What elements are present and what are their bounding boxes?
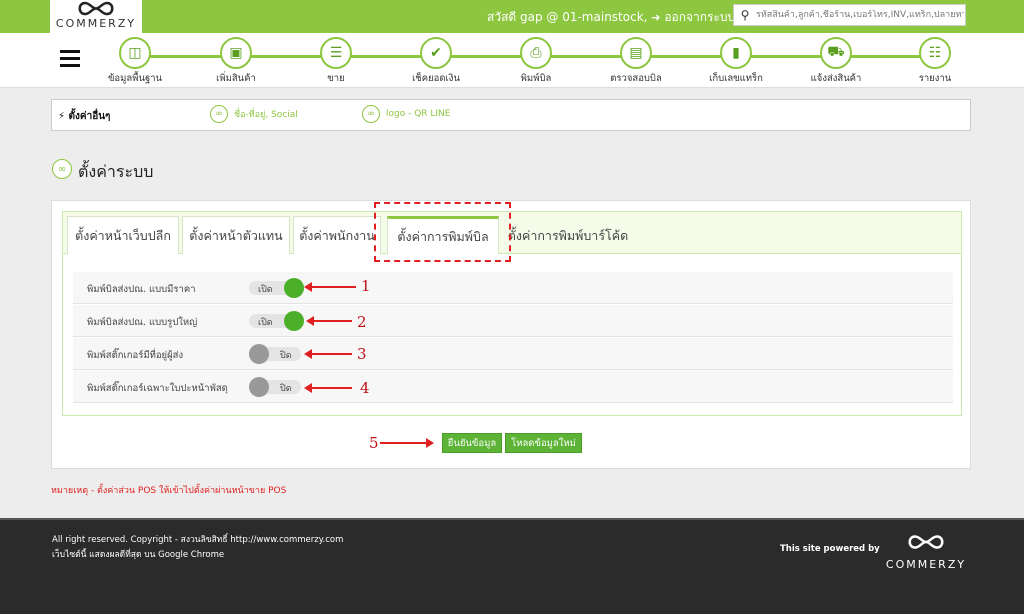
- annotation-number: 2: [357, 313, 367, 331]
- nav-label: ขาย: [327, 73, 345, 84]
- toggle-state-text: เปิด: [258, 318, 273, 328]
- link-icon: ∞: [52, 159, 72, 179]
- toggle-knob: [284, 311, 304, 331]
- nav-label: ตรวจสอบบิล: [610, 73, 662, 84]
- toggle-switch[interactable]: เปิด: [249, 311, 305, 331]
- annotation-number: 4: [360, 379, 370, 397]
- toggle-state-text: ปิด: [280, 351, 292, 361]
- toggle-switch[interactable]: ปิด: [249, 377, 305, 397]
- user-greeting: สวัสดี gap @ 01-mainstock, ➜ ออกจากระบบ: [487, 8, 735, 27]
- nav-item-verify-bill[interactable]: ▤ ตรวจสอบบิล: [591, 37, 681, 86]
- nav-item-check-balance[interactable]: ✔ เช็คยอดเงิน: [391, 37, 481, 86]
- tab-agent-web[interactable]: ตั้งค่าหน้าตัวแทน: [182, 216, 290, 254]
- truck-icon: ⛟: [820, 37, 852, 69]
- footer-powered-by: This site powered by: [780, 544, 880, 554]
- annotation-number: 3: [357, 345, 367, 363]
- setting-row-sticker-sender: พิมพ์สติ๊กเกอร์มีที่อยู่ผู้ส่ง ปิด: [73, 338, 953, 370]
- main-nav: ◫ ข้อมูลพื้นฐาน ▣ เพิ่มสินค้า ☰ ขาย ✔ เช…: [0, 33, 1024, 88]
- settings-link-logo-qr[interactable]: ∞ logo - QR LINE: [362, 105, 450, 123]
- nav-item-report[interactable]: ☷ รายงาน: [890, 37, 980, 86]
- logo-text: COMMERZY: [55, 17, 137, 30]
- nav-label: เก็บเลขแทร็ก: [709, 73, 763, 84]
- footer-copyright: All right reserved. Copyright - สงวนลิขส…: [52, 535, 344, 545]
- greeting-text: สวัสดี gap @ 01-mainstock,: [487, 10, 648, 24]
- nav-item-shipping[interactable]: ⛟ แจ้งส่งสินค้า: [791, 37, 881, 86]
- footer-browser-note: เว็บไซต์นี้ แสดงผลดีที่สุด บน Google Chr…: [52, 550, 225, 560]
- cart-icon: ☰: [320, 37, 352, 69]
- nav-label: แจ้งส่งสินค้า: [810, 73, 862, 84]
- setting-row-sticker-label-only: พิมพ์สติ๊กเกอร์เฉพาะใบปะหน้าพัสดุ ปิด: [73, 371, 953, 403]
- settings-link-contact[interactable]: ∞ ชื่อ-ที่อยู่, Social: [210, 105, 298, 123]
- search-box: ⚲: [733, 4, 966, 26]
- barcode-icon: ▮: [720, 37, 752, 69]
- annotation-number: 5: [369, 434, 379, 452]
- logout-icon[interactable]: ➜: [651, 11, 660, 24]
- annotation-arrow: [306, 316, 352, 326]
- toggle-switch[interactable]: เปิด: [249, 278, 305, 298]
- annotation-arrow: [304, 383, 352, 393]
- toggle-knob: [249, 377, 269, 397]
- setting-label: พิมพ์สติ๊กเกอร์มีที่อยู่ผู้ส่ง: [87, 350, 184, 361]
- setting-label: พิมพ์สติ๊กเกอร์เฉพาะใบปะหน้าพัสดุ: [87, 383, 228, 394]
- other-settings-bar: ⚡ ตั้งค่าอื่นๆ ∞ ชื่อ-ที่อยู่, Social ∞ …: [51, 99, 971, 131]
- report-icon: ☷: [919, 37, 951, 69]
- nav-label: พิมพ์บิล: [520, 73, 552, 84]
- annotation-number: 1: [361, 277, 371, 295]
- nav-item-add-product[interactable]: ▣ เพิ่มสินค้า: [191, 37, 281, 86]
- nav-label: ข้อมูลพื้นฐาน: [107, 73, 163, 84]
- logout-link[interactable]: ออกจากระบบ: [664, 10, 735, 24]
- page-title: ตั้งค่าระบบ: [78, 162, 154, 181]
- database-icon: ◫: [119, 37, 151, 69]
- toggle-switch[interactable]: ปิด: [249, 344, 305, 364]
- annotation-arrow: [304, 349, 352, 359]
- toggle-state-text: เปิด: [258, 285, 273, 295]
- link-icon: ∞: [362, 105, 380, 123]
- tab-retail-web[interactable]: ตั้งค่าหน้าเว็บปลีก: [67, 216, 179, 254]
- toggle-state-text: ปิด: [280, 384, 292, 394]
- search-icon[interactable]: ⚲: [734, 8, 756, 22]
- nav-label: เช็คยอดเงิน: [412, 73, 460, 84]
- commerzy-logo[interactable]: COMMERZY: [50, 0, 142, 33]
- setting-row-bill-large: พิมพ์บิลส่งปณ. แบบรูปใหญ่ เปิด: [73, 305, 953, 337]
- search-input[interactable]: [756, 10, 964, 20]
- nav-label: เพิ่มสินค้า: [216, 73, 256, 84]
- setting-label: พิมพ์บิลส่งปณ. แบบมีราคา: [87, 284, 196, 295]
- setting-row-bill-with-price: พิมพ์บิลส่งปณ. แบบมีราคา เปิด: [73, 272, 953, 304]
- infinity-logo-icon: [908, 535, 944, 549]
- nav-item-print-bill[interactable]: ⎙ พิมพ์บิล: [491, 37, 581, 86]
- top-bar: COMMERZY สวัสดี gap @ 01-mainstock, ➜ ออ…: [0, 0, 1024, 33]
- reload-button[interactable]: โหลดข้อมูลใหม่: [505, 433, 582, 453]
- setting-label: พิมพ์บิลส่งปณ. แบบรูปใหญ่: [87, 317, 198, 328]
- toggle-knob: [249, 344, 269, 364]
- link-icon: ∞: [210, 105, 228, 123]
- nav-item-basic-data[interactable]: ◫ ข้อมูลพื้นฐาน: [90, 37, 180, 86]
- pos-note: หมายเหตุ - ตั้งค่าส่วน POS ให้เข้าไปตั้ง…: [51, 486, 287, 496]
- tab-bar: ตั้งค่าหน้าเว็บปลีก ตั้งค่าหน้าตัวแทน ตั…: [63, 212, 961, 254]
- hamburger-menu-icon[interactable]: [60, 50, 80, 68]
- printer-icon: ⎙: [520, 37, 552, 69]
- annotation-highlight-box: [374, 202, 511, 262]
- footer-logo: COMMERZY: [878, 532, 974, 572]
- scanner-icon: ▤: [620, 37, 652, 69]
- lightning-icon: ⚡: [58, 111, 66, 122]
- infinity-logo-icon: [78, 1, 114, 16]
- tab-staff[interactable]: ตั้งค่าพนักงาน: [293, 216, 381, 254]
- footer-logo-text: COMMERZY: [885, 558, 967, 571]
- nav-item-sell[interactable]: ☰ ขาย: [291, 37, 381, 86]
- footer: All right reserved. Copyright - สงวนลิขส…: [0, 518, 1024, 614]
- annotation-arrow: [304, 282, 356, 292]
- save-button[interactable]: ยืนยันข้อมูล: [442, 433, 502, 453]
- nav-item-tracking[interactable]: ▮ เก็บเลขแทร็ก: [691, 37, 781, 86]
- check-icon: ✔: [420, 37, 452, 69]
- box-icon: ▣: [220, 37, 252, 69]
- nav-label: รายงาน: [918, 73, 952, 84]
- tab-barcode-printing[interactable]: ตั้งค่าการพิมพ์บาร์โค้ด: [503, 216, 633, 254]
- annotation-arrow: [380, 438, 434, 448]
- toggle-knob: [284, 278, 304, 298]
- other-settings-title: ⚡ ตั้งค่าอื่นๆ: [58, 111, 111, 122]
